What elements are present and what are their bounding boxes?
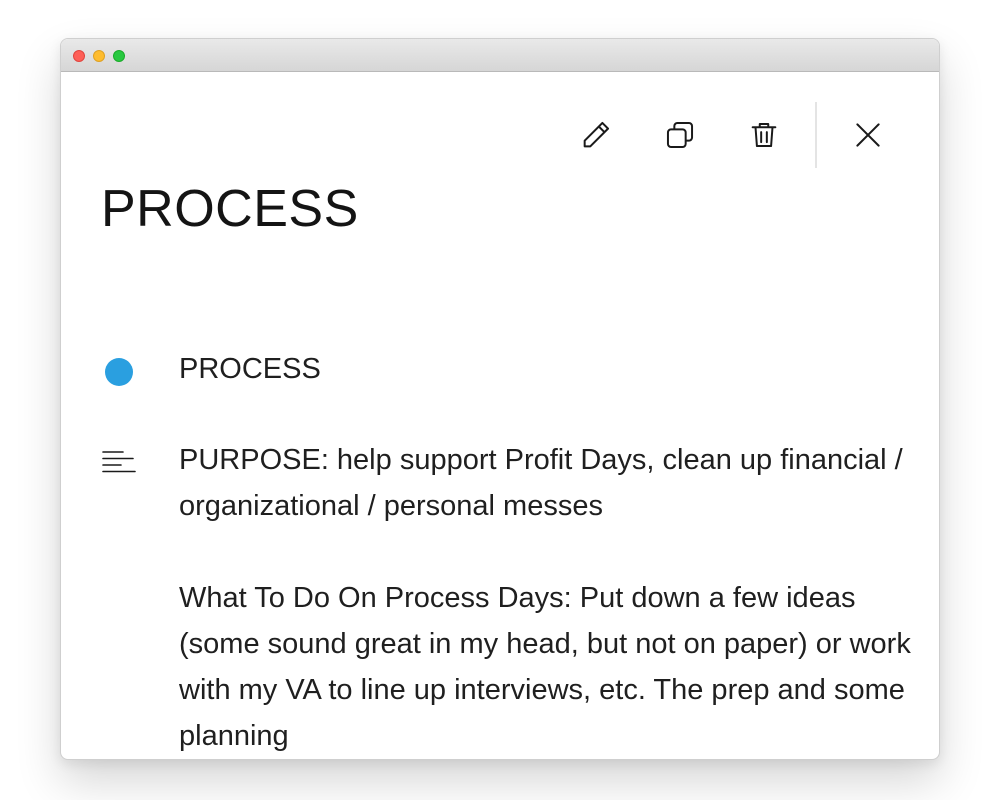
duplicate-button[interactable] [660,115,700,155]
app-window: PROCESS PROCESS PURPOSE: help support Pr… [60,38,940,760]
window-close-button[interactable] [73,50,85,62]
description-paragraph: PURPOSE: help support Profit Days, clean… [179,444,903,522]
toolbar-divider [815,102,817,168]
record-title: PROCESS [101,180,359,238]
description-paragraph: What To Do On Process Days: Put down a f… [179,582,911,752]
close-button[interactable] [848,115,888,155]
delete-button[interactable] [744,115,784,155]
trash-icon [751,122,777,148]
pencil-icon [583,121,610,148]
text-align-icon [102,451,136,473]
window-zoom-button[interactable] [113,50,125,62]
window-minimize-button[interactable] [93,50,105,62]
close-icon [856,123,880,147]
status-label: PROCESS [179,353,321,385]
status-dot [105,358,133,386]
copy-icon [666,121,694,149]
title-bar [61,39,939,72]
edit-button[interactable] [576,115,616,155]
description-text[interactable]: PURPOSE: help support Profit Days, clean… [179,437,919,759]
